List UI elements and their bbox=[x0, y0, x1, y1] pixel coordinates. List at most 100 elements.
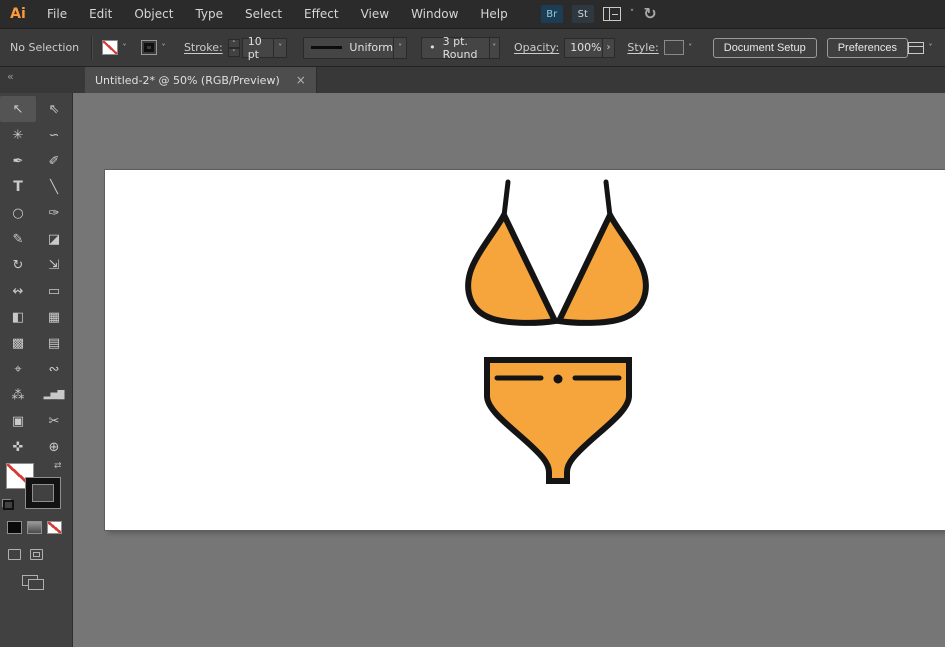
zoom-tool[interactable]: ⊕ bbox=[36, 434, 72, 460]
blend-tool[interactable]: ∾ bbox=[36, 356, 72, 382]
control-panel-icon[interactable] bbox=[908, 42, 924, 54]
control-panel-chevron-icon[interactable]: ˅ bbox=[924, 40, 937, 55]
bridge-icon[interactable]: Br bbox=[541, 5, 563, 23]
fill-color-swatch[interactable] bbox=[102, 40, 118, 55]
default-fill-stroke-icon[interactable] bbox=[2, 499, 14, 510]
divider bbox=[91, 36, 92, 60]
screen-mode-icon[interactable] bbox=[22, 575, 38, 586]
canvas-area[interactable] bbox=[73, 93, 945, 647]
sync-icon[interactable]: ↻ bbox=[643, 6, 656, 22]
gradient-button[interactable] bbox=[27, 521, 42, 534]
tools-panel: ↖ ⇖ ✳ ∽ ✒ ✐ T ╲ ○ ✑ ✎ ◪ ↻ ⇲ ↭ ▭ ◧ ▦ ▩ ▤ … bbox=[0, 93, 73, 647]
opacity-label[interactable]: Opacity: bbox=[514, 41, 559, 54]
workspace-chevron-icon[interactable]: ˅ bbox=[630, 9, 635, 19]
preferences-button[interactable]: Preferences bbox=[827, 38, 908, 58]
waistband-dot bbox=[554, 375, 563, 384]
selection-tool[interactable]: ↖ bbox=[0, 96, 36, 122]
menu-effect[interactable]: Effect bbox=[293, 0, 350, 28]
column-graph-tool[interactable]: ▂▅▇ bbox=[36, 382, 72, 408]
lasso-tool[interactable]: ∽ bbox=[36, 122, 72, 148]
bikini-top[interactable] bbox=[468, 182, 646, 323]
rotate-tool[interactable]: ↻ bbox=[0, 252, 36, 278]
eraser-tool[interactable]: ◪ bbox=[36, 226, 72, 252]
document-setup-button[interactable]: Document Setup bbox=[713, 38, 817, 58]
fill-color-chevron-icon[interactable]: ˅ bbox=[118, 40, 131, 55]
document-tab[interactable]: Untitled-2* @ 50% (RGB/Preview) × bbox=[85, 67, 317, 93]
draw-normal-mode-icon[interactable] bbox=[8, 549, 21, 560]
bikini-cup-right bbox=[559, 215, 646, 323]
curvature-tool[interactable]: ✐ bbox=[36, 148, 72, 174]
stroke-weight-field[interactable]: 10 pt ˅ bbox=[242, 38, 287, 58]
brush-name: 3 pt. Round bbox=[443, 35, 489, 61]
hand-tool[interactable]: ✜ bbox=[0, 434, 36, 460]
bikini-bottom[interactable] bbox=[487, 360, 629, 481]
ellipse-tool[interactable]: ○ bbox=[0, 200, 36, 226]
symbol-sprayer-tool[interactable]: ⁂ bbox=[0, 382, 36, 408]
opacity-arrow-icon[interactable]: › bbox=[603, 38, 616, 58]
style-swatch[interactable] bbox=[664, 40, 684, 55]
menu-type[interactable]: Type bbox=[184, 0, 234, 28]
paintbrush-tool[interactable]: ✑ bbox=[36, 200, 72, 226]
artboard[interactable] bbox=[105, 170, 945, 530]
bikini-artwork[interactable] bbox=[105, 170, 945, 530]
brush-chevron-icon[interactable]: ˅ bbox=[489, 38, 499, 58]
menu-bar: Ai File Edit Object Type Select Effect V… bbox=[0, 0, 945, 28]
pen-tool[interactable]: ✒ bbox=[0, 148, 36, 174]
eyedropper-tool[interactable]: ⌖ bbox=[0, 356, 36, 382]
mesh-tool[interactable]: ▩ bbox=[0, 330, 36, 356]
slice-tool[interactable]: ✂ bbox=[36, 408, 72, 434]
stroke-weight-chevron-icon[interactable]: ˅ bbox=[273, 39, 286, 57]
menu-object[interactable]: Object bbox=[123, 0, 184, 28]
type-tool[interactable]: T bbox=[0, 174, 36, 200]
free-transform-tool[interactable]: ▭ bbox=[36, 278, 72, 304]
stroke-color-swatch[interactable] bbox=[141, 40, 157, 55]
opacity-value: 100% bbox=[570, 41, 601, 54]
document-tab-bar: « Untitled-2* @ 50% (RGB/Preview) × bbox=[0, 67, 945, 93]
pencil-tool[interactable]: ✎ bbox=[0, 226, 36, 252]
fill-stroke-indicator: ⇄ bbox=[0, 461, 73, 517]
collapse-panels-icon[interactable]: « bbox=[0, 67, 73, 93]
magic-wand-tool[interactable]: ✳ bbox=[0, 122, 36, 148]
stepper-up-icon[interactable]: ˄ bbox=[228, 39, 240, 48]
menu-select[interactable]: Select bbox=[234, 0, 293, 28]
none-button[interactable] bbox=[47, 521, 62, 534]
line-segment-tool[interactable]: ╲ bbox=[36, 174, 72, 200]
menu-file[interactable]: File bbox=[36, 0, 78, 28]
artboard-tool[interactable]: ▣ bbox=[0, 408, 36, 434]
gradient-tool[interactable]: ▤ bbox=[36, 330, 72, 356]
style-label[interactable]: Style: bbox=[627, 41, 658, 54]
workspace-layout-icon[interactable] bbox=[603, 7, 621, 21]
bikini-cup-left bbox=[468, 215, 555, 323]
style-chevron-icon[interactable]: ˅ bbox=[684, 40, 697, 55]
perspective-grid-tool[interactable]: ▦ bbox=[36, 304, 72, 330]
brush-dropdown[interactable]: • 3 pt. Round ˅ bbox=[421, 37, 500, 59]
menu-edit[interactable]: Edit bbox=[78, 0, 123, 28]
menu-window[interactable]: Window bbox=[400, 0, 469, 28]
menubar-icons: Br St ˅ ↻ bbox=[541, 5, 657, 23]
width-tool[interactable]: ↭ bbox=[0, 278, 36, 304]
color-mode-row bbox=[0, 521, 73, 534]
width-profile-chevron-icon[interactable]: ˅ bbox=[393, 38, 406, 58]
drawing-modes-row bbox=[0, 549, 73, 560]
stepper-down-icon[interactable]: ˅ bbox=[228, 48, 240, 57]
color-button[interactable] bbox=[7, 521, 22, 534]
stock-icon[interactable]: St bbox=[572, 5, 594, 23]
width-profile-dropdown[interactable]: Uniform ˅ bbox=[303, 37, 407, 59]
tools-grid: ↖ ⇖ ✳ ∽ ✒ ✐ T ╲ ○ ✑ ✎ ◪ ↻ ⇲ ↭ ▭ ◧ ▦ ▩ ▤ … bbox=[0, 93, 72, 460]
stroke-swatch-black[interactable] bbox=[26, 478, 60, 508]
opacity-field[interactable]: 100% bbox=[564, 38, 602, 58]
swap-fill-stroke-icon[interactable]: ⇄ bbox=[54, 461, 62, 471]
stroke-color-chevron-icon[interactable]: ˅ bbox=[157, 40, 170, 55]
direct-selection-tool[interactable]: ⇖ bbox=[36, 96, 72, 122]
stroke-label[interactable]: Stroke: bbox=[184, 41, 223, 54]
shape-builder-tool[interactable]: ◧ bbox=[0, 304, 36, 330]
scale-tool[interactable]: ⇲ bbox=[36, 252, 72, 278]
menu-help[interactable]: Help bbox=[469, 0, 518, 28]
stroke-weight-value: 10 pt bbox=[248, 35, 274, 61]
tab-close-icon[interactable]: × bbox=[296, 73, 306, 87]
draw-inside-mode-icon[interactable] bbox=[30, 549, 43, 560]
stroke-weight-stepper[interactable]: ˄ ˅ bbox=[228, 39, 240, 57]
width-profile-line-icon bbox=[311, 46, 342, 49]
width-profile-value: Uniform bbox=[349, 41, 393, 54]
menu-view[interactable]: View bbox=[350, 0, 400, 28]
